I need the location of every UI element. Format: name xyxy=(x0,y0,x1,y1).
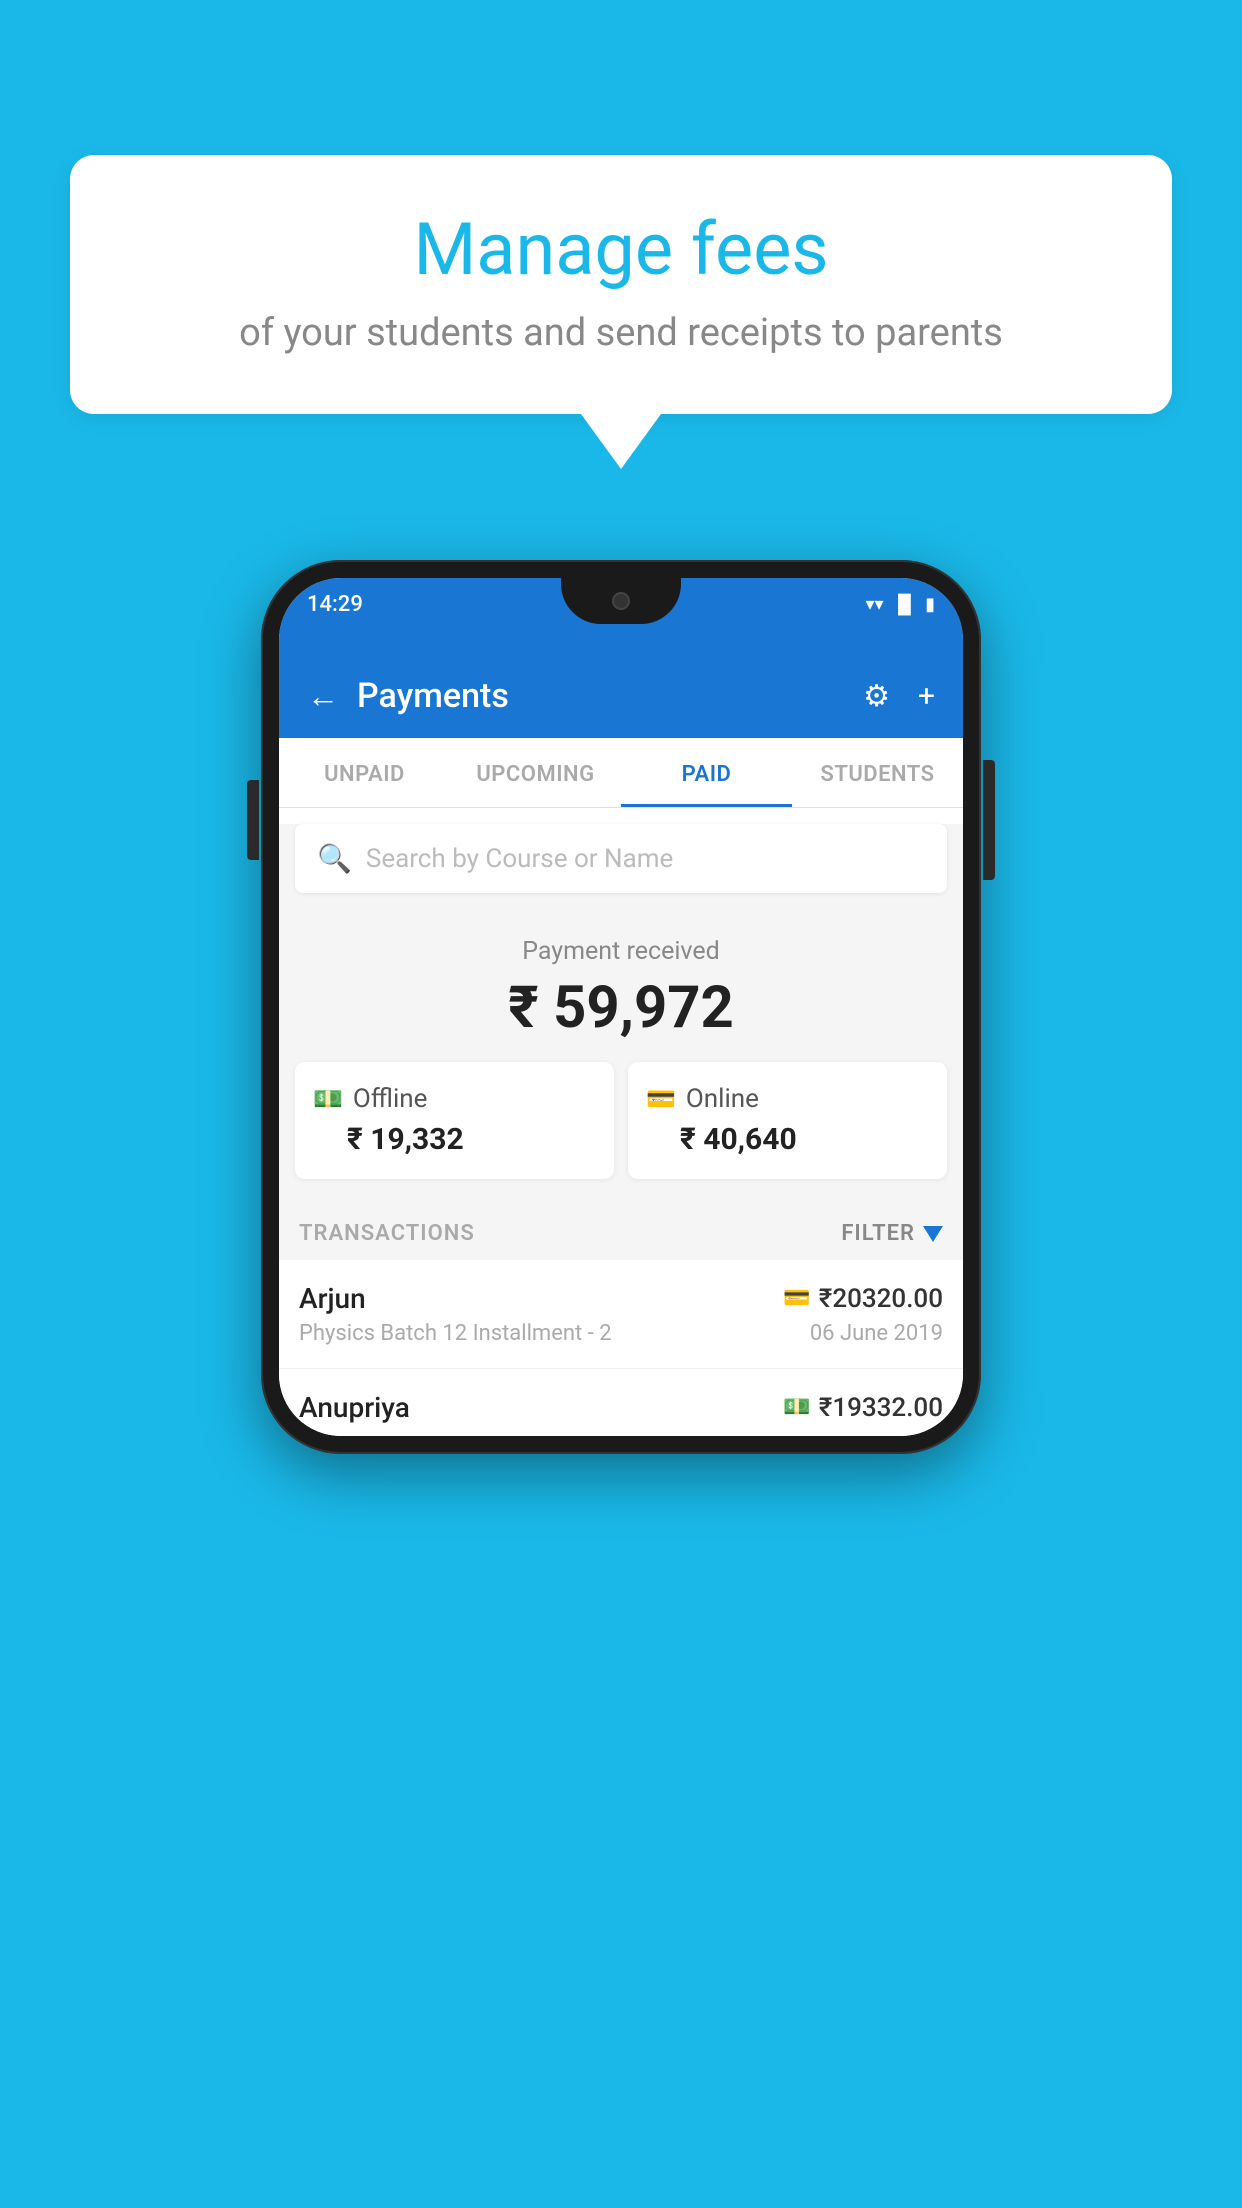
transaction-card-icon: 💳 xyxy=(783,1286,810,1311)
tabs-bar: UNPAID UPCOMING PAID STUDENTS xyxy=(279,738,963,808)
transaction-name: Arjun xyxy=(299,1282,366,1315)
header-left: ← Payments xyxy=(307,676,509,716)
speech-bubble-title: Manage fees xyxy=(130,210,1112,289)
status-bar: 14:29 ▾▾ ▐▌ ▮ xyxy=(279,578,963,658)
header-right: ⚙ + xyxy=(863,679,935,714)
page-title: Payments xyxy=(357,676,509,716)
transaction-amount: ₹19332.00 xyxy=(819,1393,943,1423)
transaction-row-top-partial: Anupriya 💵 ₹19332.00 xyxy=(299,1391,943,1424)
add-button[interactable]: + xyxy=(918,679,935,714)
filter-triangle-icon xyxy=(923,1226,943,1242)
speech-bubble-arrow xyxy=(581,414,661,469)
online-label: Online xyxy=(686,1084,759,1114)
wifi-icon: ▾▾ xyxy=(866,594,884,615)
status-time: 14:29 xyxy=(307,594,363,616)
battery-icon: ▮ xyxy=(925,594,935,615)
settings-icon[interactable]: ⚙ xyxy=(863,679,890,714)
payment-total-amount: ₹ 59,972 xyxy=(295,974,947,1042)
phone-outer-frame: 14:29 ▾▾ ▐▌ ▮ ← Payments ⚙ + xyxy=(261,560,981,1454)
payment-cards: 💵 Offline ₹ 19,332 💳 Online ₹ 40,640 xyxy=(295,1062,947,1179)
status-icons: ▾▾ ▐▌ ▮ xyxy=(866,594,936,615)
filter-button[interactable]: FILTER xyxy=(841,1221,943,1246)
search-bar[interactable]: 🔍 Search by Course or Name xyxy=(295,824,947,893)
speech-bubble: Manage fees of your students and send re… xyxy=(70,155,1172,414)
payment-received-label: Payment received xyxy=(295,937,947,966)
table-row[interactable]: Anupriya 💵 ₹19332.00 xyxy=(279,1369,963,1436)
payment-summary: Payment received ₹ 59,972 💵 Offline ₹ 19… xyxy=(279,909,963,1199)
offline-amount: ₹ 19,332 xyxy=(313,1122,464,1157)
camera-dot xyxy=(612,592,630,610)
transaction-course: Physics Batch 12 Installment - 2 xyxy=(299,1321,612,1346)
app-header: ← Payments ⚙ + xyxy=(279,658,963,738)
filter-label: FILTER xyxy=(841,1221,915,1246)
search-input[interactable]: Search by Course or Name xyxy=(366,844,673,874)
back-button[interactable]: ← xyxy=(307,680,339,712)
offline-payment-card: 💵 Offline ₹ 19,332 xyxy=(295,1062,614,1179)
table-row[interactable]: Arjun 💳 ₹20320.00 Physics Batch 12 Insta… xyxy=(279,1260,963,1369)
online-amount: ₹ 40,640 xyxy=(646,1122,797,1157)
online-payment-card: 💳 Online ₹ 40,640 xyxy=(628,1062,947,1179)
transaction-row-bottom: Physics Batch 12 Installment - 2 06 June… xyxy=(299,1321,943,1346)
speech-bubble-section: Manage fees of your students and send re… xyxy=(70,155,1172,469)
search-icon: 🔍 xyxy=(317,842,352,875)
transactions-label: TRANSACTIONS xyxy=(299,1221,475,1246)
signal-icon: ▐▌ xyxy=(892,594,918,615)
offline-card-header: 💵 Offline xyxy=(313,1084,427,1114)
notch-cutout xyxy=(561,578,681,624)
speech-bubble-subtitle: of your students and send receipts to pa… xyxy=(130,309,1112,358)
phone-device: 14:29 ▾▾ ▐▌ ▮ ← Payments ⚙ + xyxy=(261,560,981,1454)
phone-screen: 14:29 ▾▾ ▐▌ ▮ ← Payments ⚙ + xyxy=(279,578,963,1436)
transaction-name: Anupriya xyxy=(299,1391,410,1424)
cash-icon: 💵 xyxy=(313,1085,343,1113)
transaction-amount-wrapper: 💵 ₹19332.00 xyxy=(783,1393,943,1423)
online-card-header: 💳 Online xyxy=(646,1084,759,1114)
transaction-amount-wrapper: 💳 ₹20320.00 xyxy=(783,1284,943,1314)
tab-unpaid[interactable]: UNPAID xyxy=(279,738,450,807)
transaction-cash-icon: 💵 xyxy=(783,1395,810,1420)
transaction-row-top: Arjun 💳 ₹20320.00 xyxy=(299,1282,943,1315)
transaction-amount: ₹20320.00 xyxy=(819,1284,943,1314)
content-area: 🔍 Search by Course or Name Payment recei… xyxy=(279,824,963,1436)
offline-label: Offline xyxy=(353,1084,428,1114)
card-icon: 💳 xyxy=(646,1085,676,1113)
tab-paid[interactable]: PAID xyxy=(621,738,792,807)
tab-upcoming[interactable]: UPCOMING xyxy=(450,738,621,807)
tab-students[interactable]: STUDENTS xyxy=(792,738,963,807)
transaction-date: 06 June 2019 xyxy=(810,1321,943,1346)
transactions-header: TRANSACTIONS FILTER xyxy=(279,1199,963,1260)
